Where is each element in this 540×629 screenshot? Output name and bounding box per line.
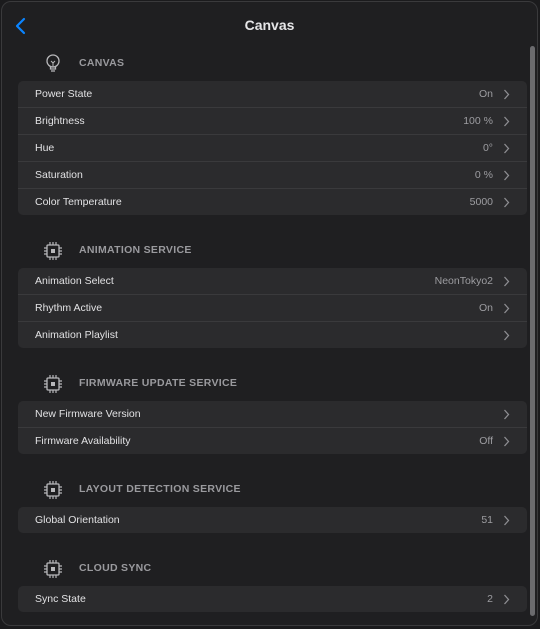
chevron-right-icon [504, 116, 510, 127]
row-sync-state[interactable]: Sync State 2 [18, 586, 527, 612]
row-saturation[interactable]: Saturation 0 % [18, 162, 527, 189]
chevron-right-icon [504, 143, 510, 154]
row-value: 0 % [474, 169, 493, 181]
row-label: Animation Select [35, 275, 114, 287]
row-value: NeonTokyo2 [434, 275, 493, 287]
row-value: On [478, 88, 493, 100]
row-value: On [478, 302, 493, 314]
row-value: 100 % [463, 115, 493, 127]
settings-group-firmware-update-service: New Firmware Version Firmware Availabili… [18, 401, 527, 454]
chevron-right-icon [504, 436, 510, 447]
section-title: CLOUD SYNC [79, 562, 152, 574]
settings-window: Canvas CANVAS Power State On Brightness … [1, 1, 538, 626]
navigation-bar: Canvas [2, 2, 537, 46]
row-label: Saturation [35, 169, 83, 181]
row-value: 2 [487, 593, 493, 605]
section-header-cloud-sync: CLOUD SYNC [18, 551, 527, 586]
row-value: 51 [481, 514, 493, 526]
row-value: 0° [482, 142, 493, 154]
section-header-animation-service: ANIMATION SERVICE [18, 233, 527, 268]
row-animation-select[interactable]: Animation Select NeonTokyo2 [18, 268, 527, 295]
row-color-temperature[interactable]: Color Temperature 5000 [18, 189, 527, 215]
chevron-right-icon [504, 303, 510, 314]
row-label: Animation Playlist [35, 329, 118, 341]
chevron-right-icon [504, 409, 510, 420]
sections-list: CANVAS Power State On Brightness 100 % H… [18, 46, 527, 612]
row-brightness[interactable]: Brightness 100 % [18, 108, 527, 135]
row-animation-playlist[interactable]: Animation Playlist [18, 322, 527, 348]
chip-icon [44, 560, 62, 578]
chevron-right-icon [504, 170, 510, 181]
row-label: Power State [35, 88, 93, 100]
row-label: Firmware Availability [35, 435, 131, 447]
section-header-firmware-update-service: FIRMWARE UPDATE SERVICE [18, 366, 527, 401]
settings-group-animation-service: Animation Select NeonTokyo2 Rhythm Activ… [18, 268, 527, 348]
chevron-right-icon [504, 515, 510, 526]
settings-group-canvas: Power State On Brightness 100 % Hue 0° S… [18, 81, 527, 215]
row-label: Brightness [35, 115, 85, 127]
chevron-right-icon [504, 330, 510, 341]
section-title: FIRMWARE UPDATE SERVICE [79, 377, 238, 389]
chevron-right-icon [504, 197, 510, 208]
settings-group-layout-detection-service: Global Orientation 51 [18, 507, 527, 533]
row-label: Hue [35, 142, 55, 154]
section-title: CANVAS [79, 57, 125, 69]
row-value: 5000 [469, 196, 493, 208]
row-global-orientation[interactable]: Global Orientation 51 [18, 507, 527, 533]
row-power-state[interactable]: Power State On [18, 81, 527, 108]
chevron-right-icon [504, 89, 510, 100]
row-label: New Firmware Version [35, 408, 141, 420]
chip-icon [44, 242, 62, 260]
scrollbar[interactable] [530, 46, 535, 616]
chevron-right-icon [504, 276, 510, 287]
row-label: Rhythm Active [35, 302, 103, 314]
row-label: Global Orientation [35, 514, 120, 526]
row-label: Color Temperature [35, 196, 122, 208]
chip-icon [44, 481, 62, 499]
chip-icon [44, 375, 62, 393]
settings-group-cloud-sync: Sync State 2 [18, 586, 527, 612]
section-title: ANIMATION SERVICE [79, 244, 192, 256]
row-label: Sync State [35, 593, 86, 605]
section-header-layout-detection-service: LAYOUT DETECTION SERVICE [18, 472, 527, 507]
page-title: Canvas [244, 17, 295, 33]
lightbulb-icon [46, 54, 60, 72]
section-header-canvas: CANVAS [18, 46, 527, 81]
row-firmware-availability[interactable]: Firmware Availability Off [18, 428, 527, 454]
row-value: Off [479, 435, 493, 447]
row-hue[interactable]: Hue 0° [18, 135, 527, 162]
chevron-right-icon [504, 594, 510, 605]
row-new-firmware-version[interactable]: New Firmware Version [18, 401, 527, 428]
section-title: LAYOUT DETECTION SERVICE [79, 483, 241, 495]
row-rhythm-active[interactable]: Rhythm Active On [18, 295, 527, 322]
